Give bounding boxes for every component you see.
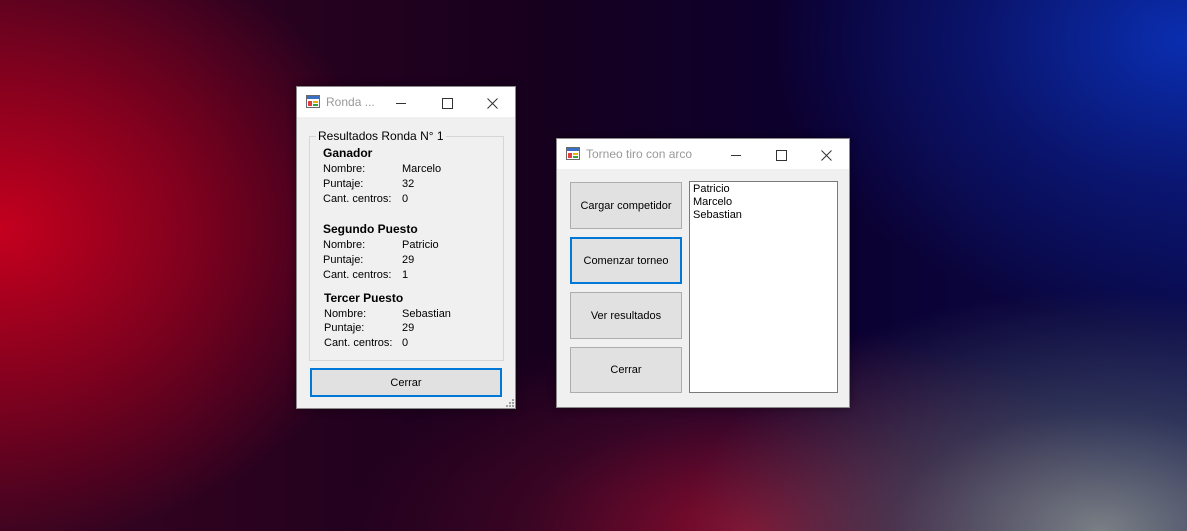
cerrar-button[interactable]: Cerrar	[570, 347, 682, 393]
torneo-titlebar[interactable]: Torneo tiro con arco	[557, 139, 849, 169]
app-form-icon	[306, 95, 320, 108]
competitors-listbox[interactable]: Patricio Marcelo Sebastian	[689, 181, 838, 393]
first-puntaje-value: 32	[402, 178, 415, 190]
third-nombre-label: Nombre:	[324, 308, 367, 320]
torneo-client-area: Cargar competidor Comenzar torneo Ver re…	[557, 169, 849, 407]
list-item[interactable]: Patricio	[693, 183, 834, 196]
ronda-client-area: Resultados Ronda N° 1 Ganador Nombre: Ma…	[297, 117, 515, 408]
maximize-button[interactable]	[424, 87, 470, 117]
cargar-competidor-button[interactable]: Cargar competidor	[570, 182, 682, 229]
first-nombre-label: Nombre:	[323, 163, 366, 175]
window-title: Ronda ...	[326, 95, 375, 109]
second-place-heading: Segundo Puesto	[323, 222, 418, 236]
maximize-button[interactable]	[758, 139, 804, 169]
first-puntaje-label: Puntaje:	[323, 178, 364, 190]
second-nombre-value: Patricio	[402, 239, 439, 251]
resize-grip-icon[interactable]	[506, 399, 514, 407]
second-puntaje-label: Puntaje:	[323, 254, 364, 266]
close-icon	[820, 149, 832, 161]
third-place-heading: Tercer Puesto	[324, 291, 404, 305]
window-title: Torneo tiro con arco	[586, 147, 693, 161]
ver-resultados-button[interactable]: Ver resultados	[570, 292, 682, 339]
maximize-icon	[775, 149, 787, 161]
second-puntaje-value: 29	[402, 254, 415, 266]
third-nombre-value: Sebastian	[402, 308, 451, 320]
torneo-window: Torneo tiro con arco Cargar competidor C…	[556, 138, 850, 408]
list-item[interactable]: Sebastian	[693, 209, 834, 222]
ronda-titlebar[interactable]: Ronda ...	[297, 87, 515, 117]
first-place-heading: Ganador	[323, 146, 373, 160]
cerrar-ronda-button[interactable]: Cerrar	[310, 368, 502, 397]
first-centros-label: Cant. centros:	[323, 193, 392, 205]
list-item[interactable]: Marcelo	[693, 196, 834, 209]
minimize-icon	[396, 102, 406, 104]
third-centros-value: 0	[402, 337, 409, 349]
minimize-button[interactable]	[378, 87, 424, 117]
comenzar-torneo-button[interactable]: Comenzar torneo	[570, 237, 682, 284]
first-centros-value: 0	[402, 193, 409, 205]
results-group-title: Resultados Ronda N° 1	[316, 129, 446, 143]
second-centros-value: 1	[402, 269, 409, 281]
second-nombre-label: Nombre:	[323, 239, 366, 251]
minimize-button[interactable]	[713, 139, 759, 169]
close-window-button[interactable]	[803, 139, 849, 169]
results-groupbox: Resultados Ronda N° 1 Ganador Nombre: Ma…	[309, 129, 504, 361]
third-puntaje-label: Puntaje:	[324, 322, 365, 334]
second-centros-label: Cant. centros:	[323, 269, 392, 281]
third-puntaje-value: 29	[402, 322, 415, 334]
close-window-button[interactable]	[469, 87, 515, 117]
third-centros-label: Cant. centros:	[324, 337, 393, 349]
first-nombre-value: Marcelo	[402, 163, 442, 175]
app-form-icon	[566, 147, 580, 160]
ronda-window: Ronda ... Resultados Ronda N° 1 Ganador …	[296, 86, 516, 409]
close-icon	[486, 97, 498, 109]
maximize-icon	[441, 97, 453, 109]
minimize-icon	[731, 154, 741, 156]
